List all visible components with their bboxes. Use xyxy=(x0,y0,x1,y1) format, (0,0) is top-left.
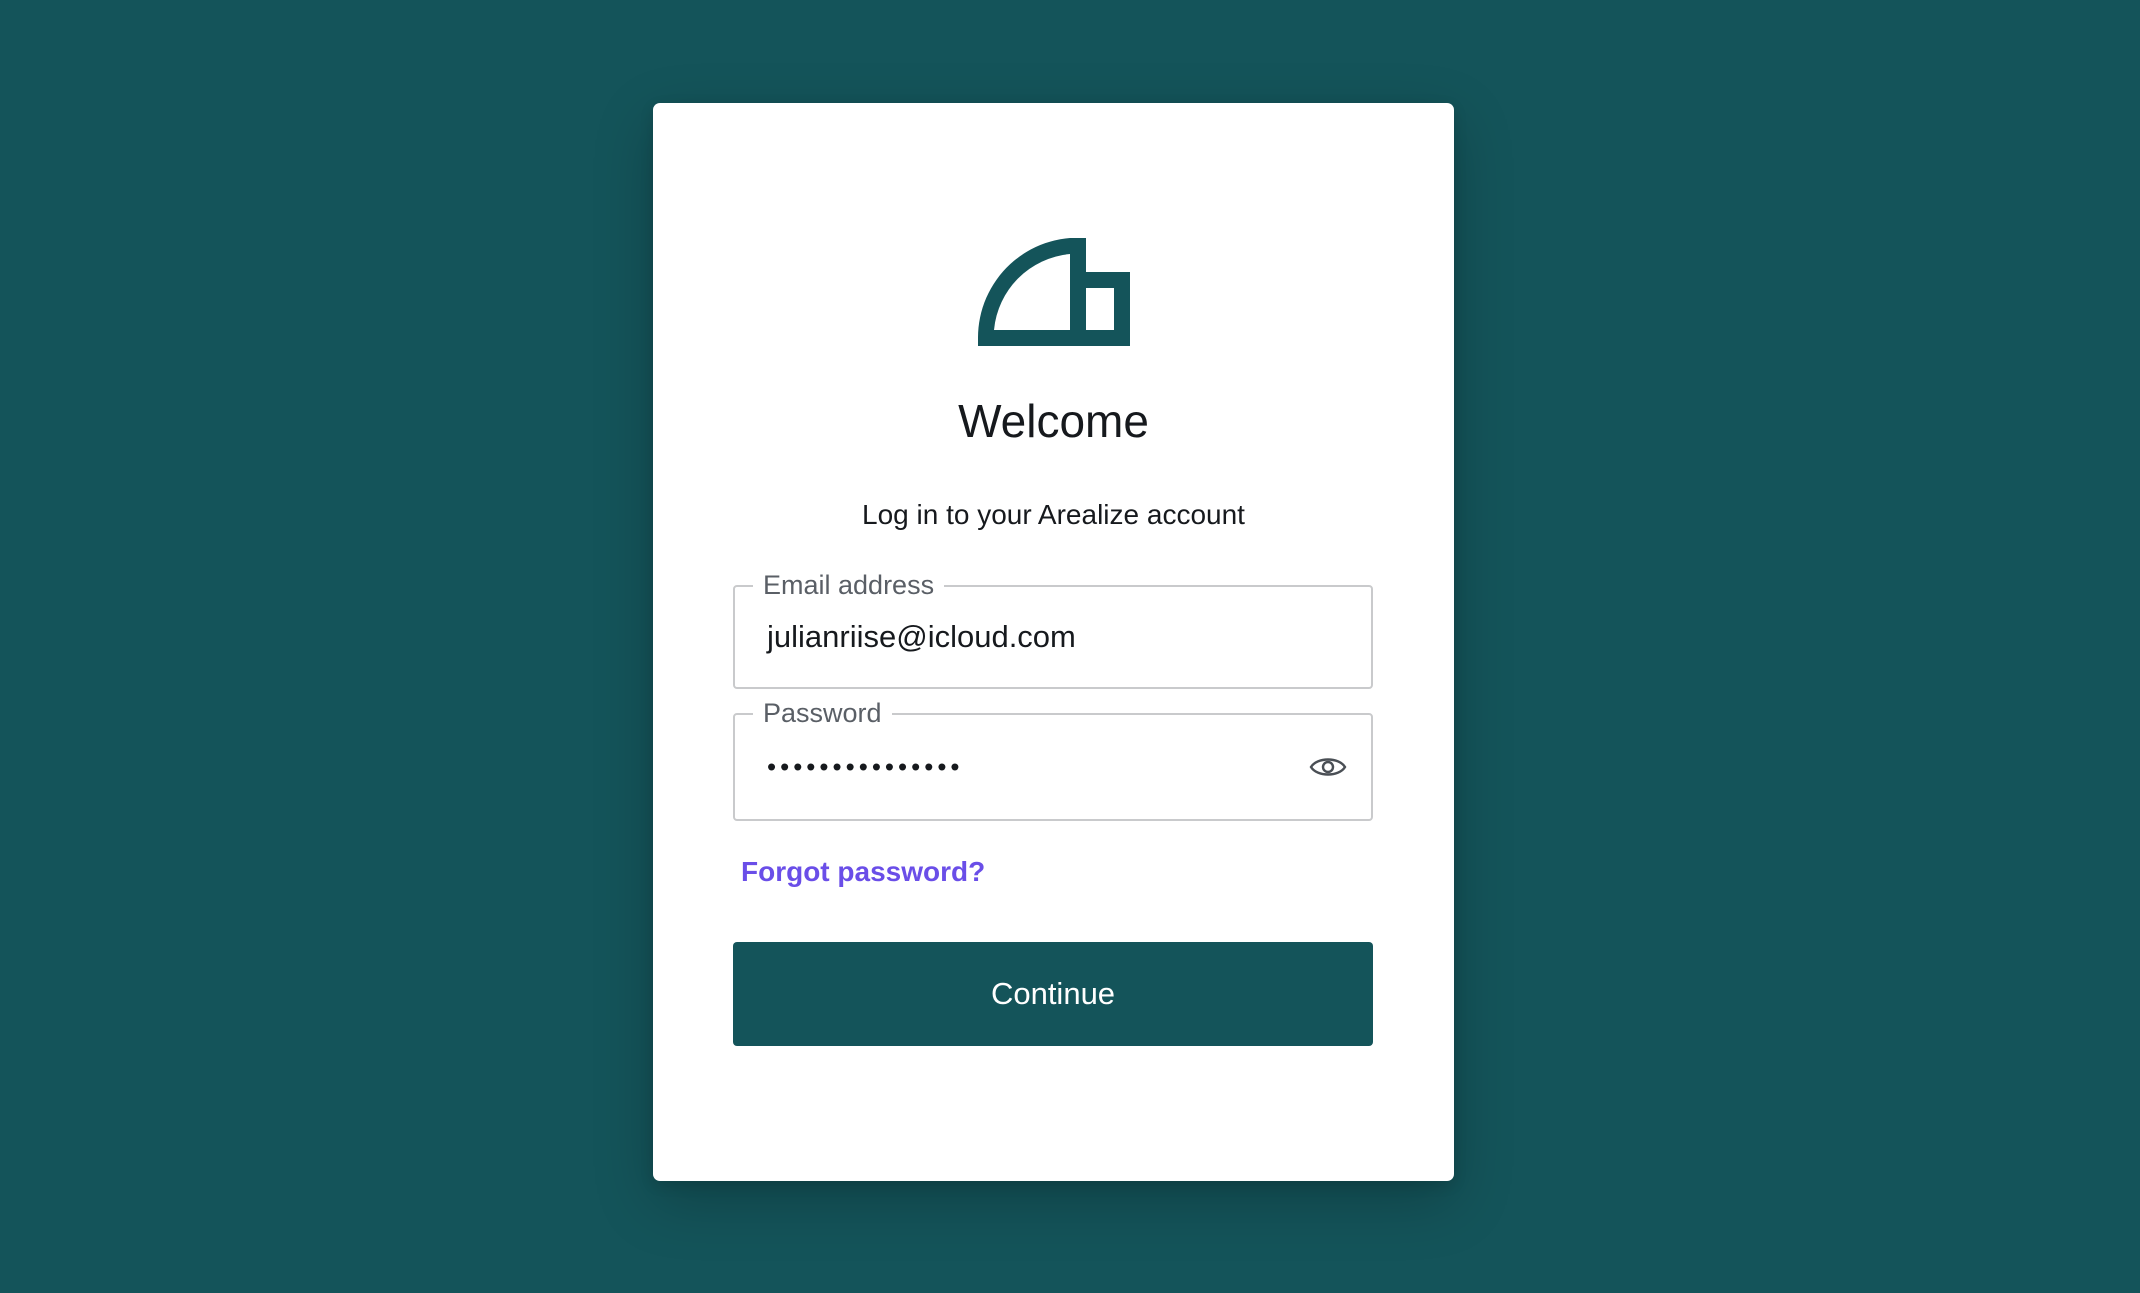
forgot-password-link[interactable]: Forgot password? xyxy=(741,858,985,886)
page-title: Welcome xyxy=(958,395,1149,447)
eye-icon[interactable] xyxy=(1309,753,1347,781)
email-input-value[interactable]: julianriise@icloud.com xyxy=(767,619,1076,655)
email-field[interactable]: Email address julianriise@icloud.com xyxy=(733,570,1373,689)
password-field[interactable]: Password ••••••••••••••• xyxy=(733,698,1373,821)
login-card: Welcome Log in to your Arealize account … xyxy=(653,103,1454,1181)
arealize-logo-icon xyxy=(978,238,1130,346)
password-field-label: Password xyxy=(753,698,892,728)
login-page: Welcome Log in to your Arealize account … xyxy=(0,0,2140,1293)
page-subtitle: Log in to your Arealize account xyxy=(862,499,1245,530)
email-field-label: Email address xyxy=(753,570,945,600)
continue-button[interactable]: Continue xyxy=(733,942,1373,1046)
password-input-value[interactable]: ••••••••••••••• xyxy=(767,752,964,783)
